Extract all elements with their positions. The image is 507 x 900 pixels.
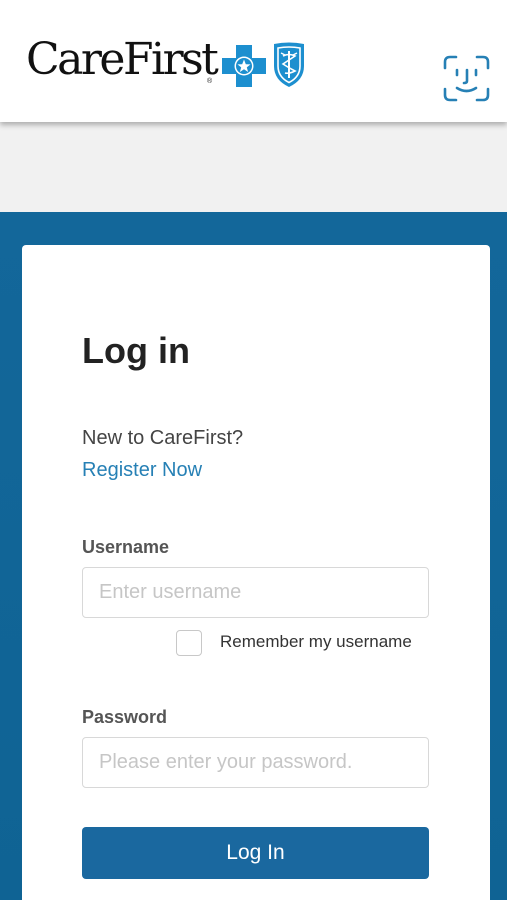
- register-now-link[interactable]: Register Now: [82, 458, 202, 482]
- login-card: Log in New to CareFirst? Register Now Us…: [22, 245, 490, 900]
- remember-username-label: Remember my username: [220, 632, 412, 651]
- login-screen: CareFirst ® Log in New to CareFirst? Reg…: [0, 0, 507, 900]
- blue-cross-icon: [222, 45, 266, 87]
- header-spacer: [0, 122, 507, 212]
- password-label: Password: [82, 707, 168, 727]
- username-input[interactable]: [82, 567, 429, 618]
- new-user-prompt: New to CareFirst?: [82, 427, 244, 449]
- registered-mark: ®: [207, 78, 213, 85]
- username-label: Username: [82, 537, 170, 557]
- password-input[interactable]: [82, 737, 429, 788]
- carefirst-logo: CareFirst: [26, 34, 219, 85]
- app-header: CareFirst ®: [0, 0, 507, 122]
- remember-username-checkbox[interactable]: [176, 630, 202, 656]
- blue-shield-icon: [274, 42, 304, 87]
- face-id-icon[interactable]: [442, 54, 491, 103]
- page-title: Log in: [82, 330, 190, 371]
- log-in-button[interactable]: Log In: [82, 827, 429, 879]
